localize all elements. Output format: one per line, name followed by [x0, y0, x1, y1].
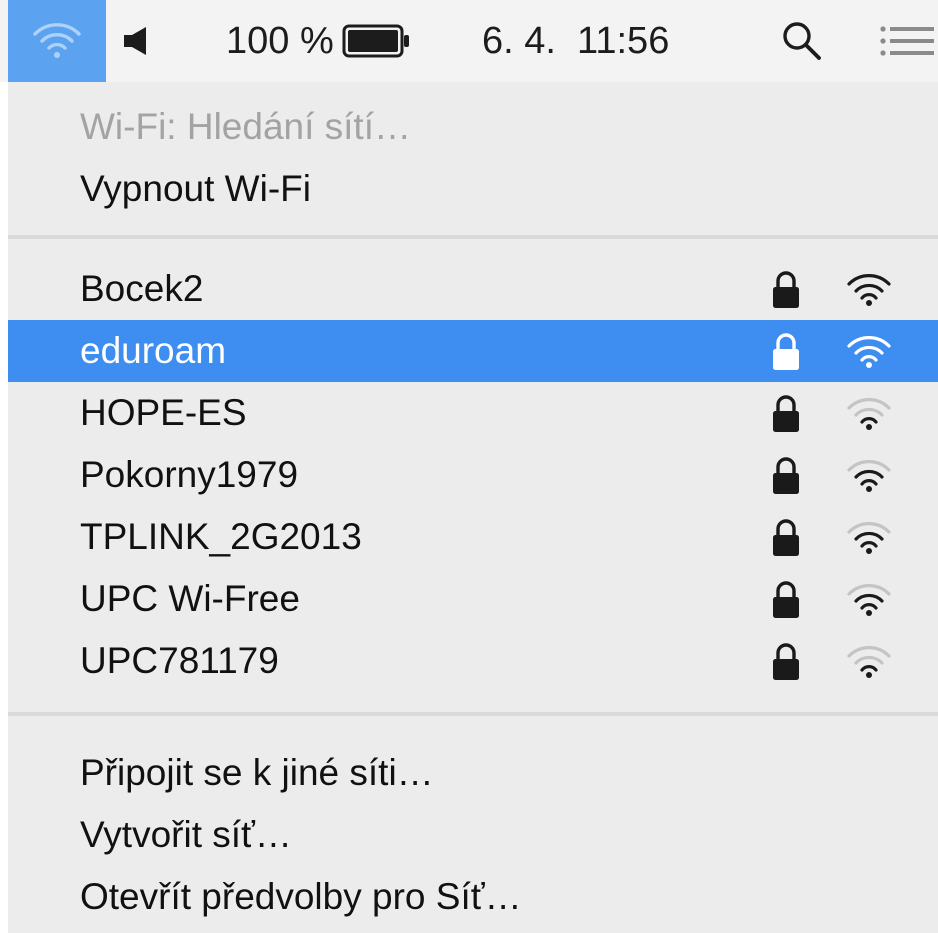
network-item[interactable]: HOPE-ES	[8, 382, 938, 444]
network-name: Pokorny1979	[80, 454, 299, 495]
network-item[interactable]: TPLINK_2G2013	[8, 506, 938, 568]
join-other-network-label: Připojit se k jiné síti…	[80, 752, 434, 793]
wifi-icon	[33, 23, 81, 58]
lock-icon	[773, 457, 799, 494]
notification-center-button[interactable]	[878, 0, 934, 82]
menu-separator	[8, 235, 938, 239]
wifi-status-label: Wi-Fi: Hledání sítí…	[80, 106, 411, 147]
open-network-preferences-label: Otevřít předvolby pro Síť…	[80, 876, 522, 917]
create-network-item[interactable]: Vytvořit síť…	[8, 804, 938, 866]
lock-icon	[773, 581, 799, 618]
volume-menu-extra[interactable]	[122, 0, 152, 82]
lock-icon	[773, 333, 799, 370]
speaker-icon	[124, 27, 146, 55]
wifi-signal-icon	[847, 646, 891, 678]
wifi-signal-icon	[847, 336, 891, 368]
magnifier-icon	[783, 22, 821, 60]
lock-icon	[773, 643, 799, 680]
network-item[interactable]: Bocek2	[8, 258, 938, 320]
open-network-preferences-item[interactable]: Otevřít předvolby pro Síť…	[8, 866, 938, 928]
wifi-menu: Wi-Fi: Hledání sítí… Vypnout Wi-Fi Bocek…	[8, 82, 938, 933]
lock-icon	[773, 271, 799, 308]
wifi-signal-icon	[847, 274, 891, 306]
wifi-signal-icon	[847, 522, 891, 554]
network-name: UPC Wi-Free	[80, 578, 300, 619]
lock-icon	[773, 395, 799, 432]
wifi-signal-icon	[847, 460, 891, 492]
wifi-status: Wi-Fi: Hledání sítí…	[8, 96, 938, 158]
turn-off-wifi-label: Vypnout Wi-Fi	[80, 168, 311, 209]
spotlight-button[interactable]	[780, 0, 824, 82]
list-icon	[880, 26, 934, 56]
menu-separator	[8, 712, 938, 716]
wifi-menu-extra[interactable]	[8, 0, 106, 82]
wifi-signal-icon	[847, 398, 891, 430]
clock-menu-extra[interactable]: 6. 4. 11:56	[482, 0, 669, 82]
menu-bar: 100 % 6. 4. 11:56	[0, 0, 938, 82]
battery-icon	[342, 24, 409, 58]
network-name: HOPE-ES	[80, 392, 247, 433]
network-item[interactable]: UPC781179	[8, 630, 938, 692]
join-other-network-item[interactable]: Připojit se k jiné síti…	[8, 742, 938, 804]
network-name: UPC781179	[80, 640, 279, 681]
battery-percent: 100 %	[226, 19, 334, 62]
network-item[interactable]: UPC Wi-Free	[8, 568, 938, 630]
date-time: 6. 4. 11:56	[482, 19, 670, 62]
lock-icon	[773, 519, 799, 556]
network-name: TPLINK_2G2013	[80, 516, 362, 557]
wifi-signal-icon	[847, 584, 891, 616]
network-item[interactable]: Pokorny1979	[8, 444, 938, 506]
network-name: Bocek2	[80, 268, 204, 309]
network-name: eduroam	[80, 330, 227, 371]
turn-off-wifi-item[interactable]: Vypnout Wi-Fi	[8, 158, 938, 220]
create-network-label: Vytvořit síť…	[80, 814, 292, 855]
battery-menu-extra[interactable]: 100 %	[226, 0, 414, 82]
network-item[interactable]: eduroam	[8, 320, 938, 382]
